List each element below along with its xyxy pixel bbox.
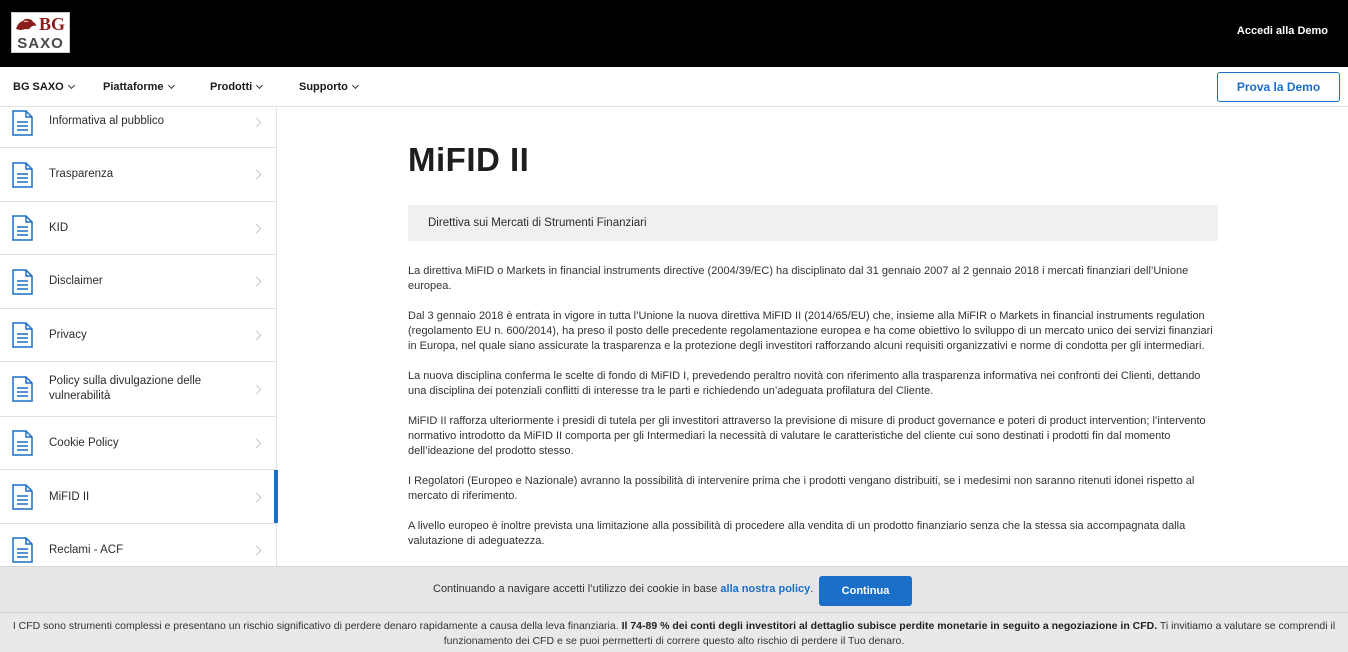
chevron-right-icon (251, 330, 262, 341)
sidebar-item-label: Cookie Policy (49, 437, 119, 449)
document-icon (12, 215, 33, 241)
document-icon (12, 322, 33, 348)
document-icon (12, 484, 33, 510)
chevron-down-icon (67, 81, 75, 90)
paragraph: A livello europeo è inoltre prevista una… (408, 520, 1186, 547)
paragraph: MiFID II rafforza ulteriormente i presid… (408, 415, 1206, 457)
try-demo-button[interactable]: Prova la Demo (1217, 72, 1340, 102)
sidebar-item-privacy[interactable]: Privacy (0, 309, 277, 362)
chevron-right-icon (251, 276, 262, 287)
chevron-right-icon (251, 117, 262, 128)
document-icon (12, 537, 33, 563)
sidebar-item-label: Disclaimer (49, 275, 103, 287)
chevron-right-icon (251, 384, 262, 395)
sidebar: Informativa al pubblico Trasparenza KID … (0, 108, 278, 566)
sidebar-item-label: KID (49, 222, 69, 234)
sidebar-item-disclaimer[interactable]: Disclaimer (0, 255, 277, 309)
nav-label: Supporto (299, 81, 348, 93)
sidebar-item-mifid-ii[interactable]: MiFID II (0, 470, 278, 524)
paragraph: La direttiva MiFID o Markets in financia… (408, 265, 1189, 292)
nav-label: Prodotti (210, 81, 253, 93)
logo-bg-text: BG (39, 14, 66, 34)
sidebar-item-informativa[interactable]: Informativa al pubblico (0, 108, 277, 148)
logo-top: BG (12, 13, 69, 35)
chevron-down-icon (351, 81, 359, 90)
sidebar-item-label: Informativa al pubblico (49, 115, 165, 127)
chevron-right-icon (251, 438, 262, 449)
paragraph: La nuova disciplina conferma le scelte d… (408, 370, 1201, 397)
nav-label: Piattaforme (103, 81, 164, 93)
sidebar-item-label: Trasparenza (49, 168, 114, 180)
chevron-right-icon (251, 223, 262, 234)
paragraph: Dal 3 gennaio 2018 è entrata in vigore i… (408, 310, 1213, 352)
nav-label: BG SAXO (13, 81, 64, 93)
cookie-banner: Continuando a navigare accetti l’utilizz… (0, 566, 1348, 612)
chevron-down-icon (167, 81, 175, 90)
cookie-suffix: . (810, 583, 814, 595)
paragraph: I Regolatori (Europeo e Nazionale) avran… (408, 475, 1195, 502)
sidebar-item-cookie-policy[interactable]: Cookie Policy (0, 417, 277, 470)
cookie-text: Continuando a navigare accetti l’utilizz… (433, 583, 813, 595)
sidebar-item-label: MiFID II (49, 491, 90, 503)
nav-bg-saxo[interactable]: BG SAXO (13, 81, 75, 93)
risk-disclaimer: I CFD sono strumenti complessi e present… (0, 612, 1348, 652)
nav-prodotti[interactable]: Prodotti (210, 81, 264, 93)
lion-emblem-icon (16, 18, 36, 30)
sidebar-item-kid[interactable]: KID (0, 202, 277, 255)
main-nav: BG SAXO Piattaforme Prodotti Supporto Pr… (0, 67, 1348, 107)
sidebar-item-policy-vulnerabilita[interactable]: Policy sulla divulgazione delle vulnerab… (0, 362, 277, 417)
nav-supporto[interactable]: Supporto (299, 81, 359, 93)
continue-button[interactable]: Continua (819, 576, 912, 606)
cookie-policy-link[interactable]: alla nostra policy (720, 583, 810, 595)
document-icon (12, 162, 33, 188)
page-subheading: Direttiva sui Mercati di Strumenti Finan… (408, 205, 1218, 241)
document-icon (12, 269, 33, 295)
chevron-right-icon (251, 492, 262, 503)
document-icon (12, 376, 33, 402)
chevron-down-icon (256, 81, 264, 90)
sidebar-item-label: Reclami - ACF (49, 544, 124, 556)
logo-saxo-text: SAXO (12, 35, 69, 52)
document-icon (12, 430, 33, 456)
chevron-right-icon (251, 545, 262, 556)
sidebar-item-label: Policy sulla divulgazione delle vulnerab… (49, 375, 202, 402)
risk-text-start: I CFD sono strumenti complessi e present… (12, 620, 622, 632)
risk-text-bold: Il 74-89 % dei conti degli investitori a… (621, 620, 1158, 632)
top-bar: BG SAXO Accedi alla Demo (0, 0, 1348, 67)
bg-saxo-logo[interactable]: BG SAXO (11, 12, 70, 53)
nav-piattaforme[interactable]: Piattaforme (103, 81, 175, 93)
sidebar-item-trasparenza[interactable]: Trasparenza (0, 148, 277, 202)
document-icon (12, 110, 33, 136)
chevron-right-icon (251, 169, 262, 180)
login-demo-link[interactable]: Accedi alla Demo (1237, 25, 1328, 37)
sidebar-item-label: Privacy (49, 329, 87, 341)
cookie-message: Continuando a navigare accetti l’utilizz… (433, 583, 721, 595)
page-title: MiFID II (408, 141, 530, 178)
